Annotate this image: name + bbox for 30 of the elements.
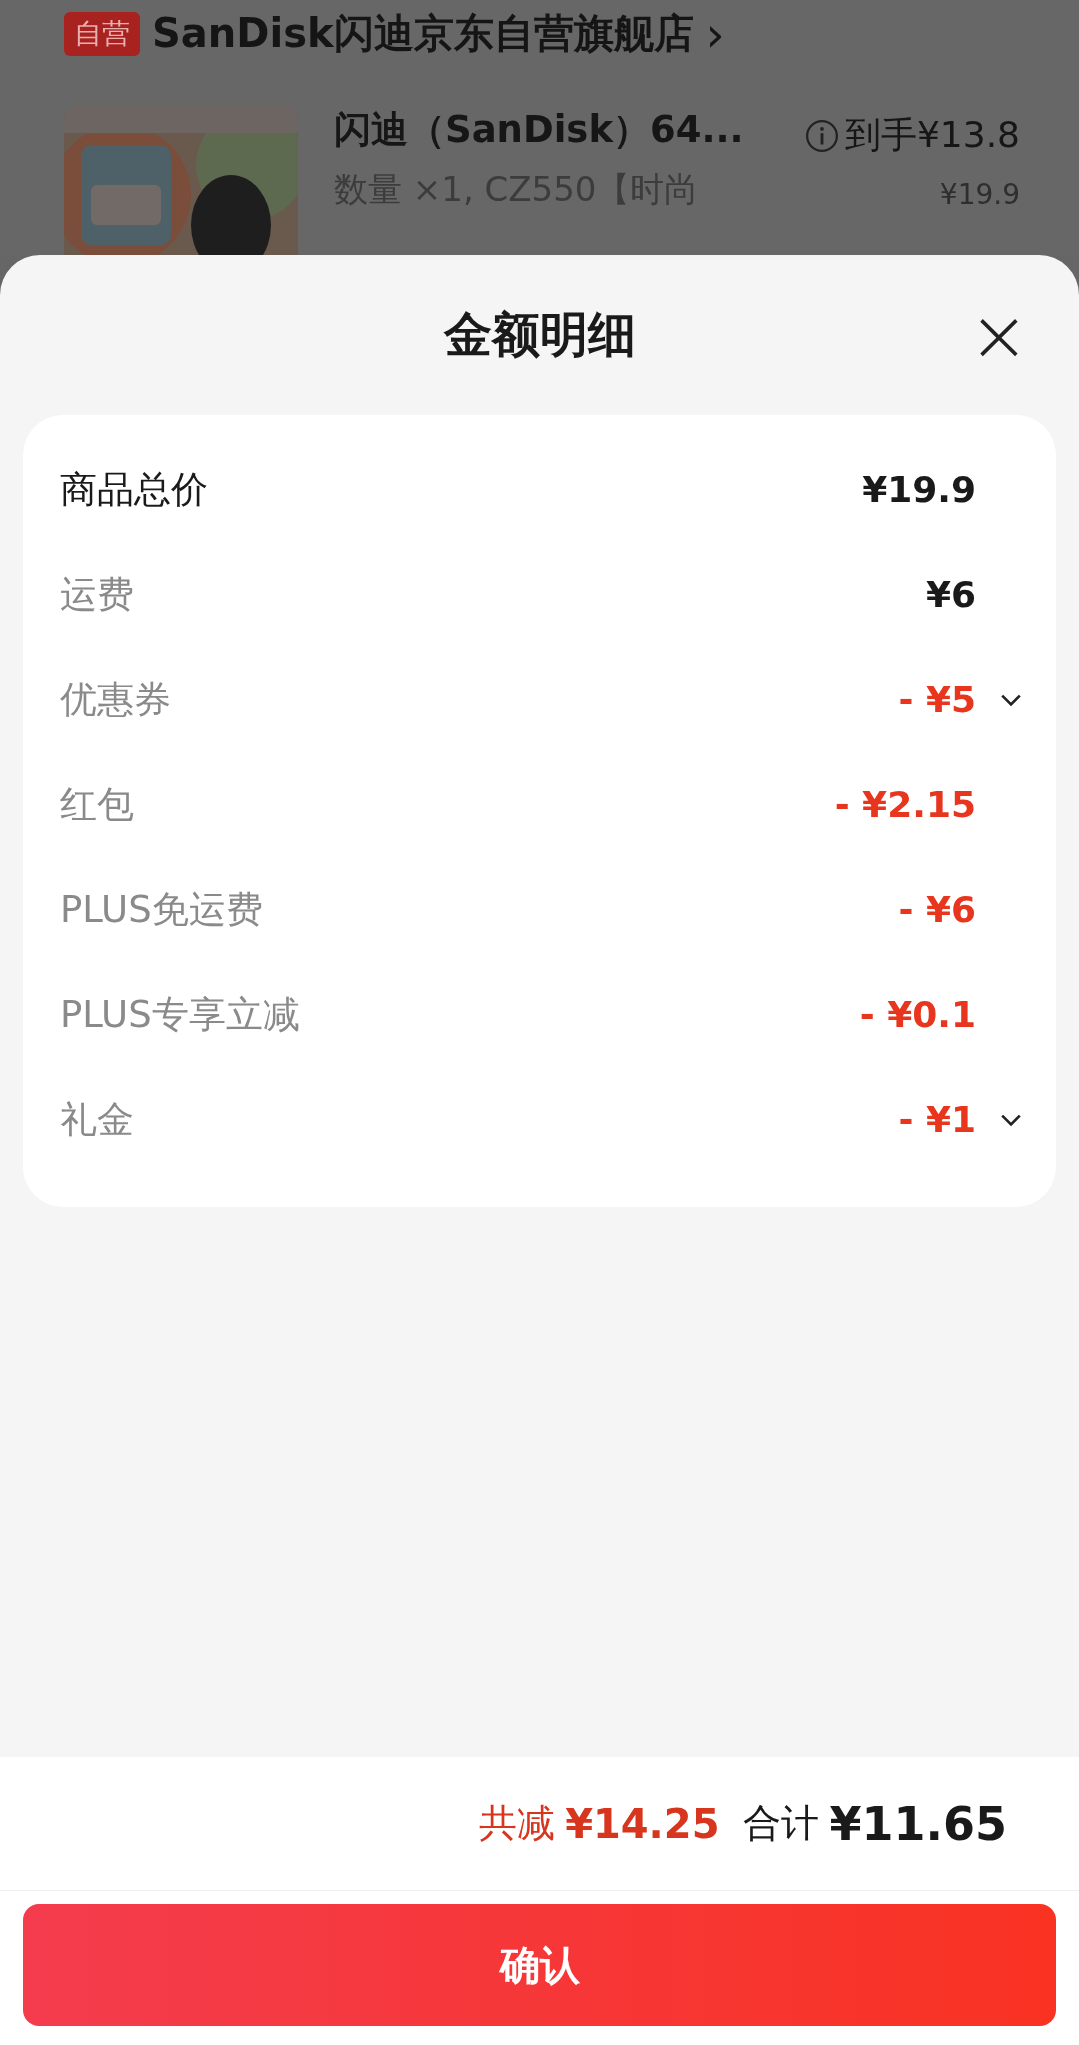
close-button[interactable]: × (968, 299, 1029, 371)
total-amount: ¥11.65 (829, 1796, 1007, 1851)
chevron-icon[interactable] (1000, 692, 1022, 707)
row-label: PLUS免运费 (60, 886, 264, 933)
final-price: 到手¥13.8 (844, 113, 1020, 157)
row-value: - ¥5 (898, 679, 976, 720)
total-label: 合计 (743, 1800, 820, 1847)
confirm-button[interactable]: 确认 (23, 1904, 1056, 2026)
row-label: 红包 (60, 781, 135, 828)
row-value: - ¥0.1 (859, 994, 976, 1035)
sheet-title: 金额明细 (443, 305, 636, 364)
row-label: PLUS专享立减 (60, 991, 301, 1038)
row-label: 礼金 (60, 1096, 135, 1143)
row-label: 运费 (60, 571, 135, 618)
row-label: 优惠券 (60, 676, 172, 723)
row-value: - ¥2.15 (834, 784, 976, 825)
store-name[interactable]: SanDisk闪迪京东自营旗舰店 (152, 6, 694, 61)
row-value: ¥6 (925, 574, 976, 615)
self-operated-badge: 自营 (64, 11, 140, 56)
product-title: 闪迪（SanDisk）64... (334, 107, 745, 153)
row-value: ¥19.9 (862, 469, 976, 510)
row-value: - ¥1 (898, 1099, 976, 1140)
chevron-icon[interactable] (1000, 1112, 1022, 1127)
saved-label: 共减 (479, 1800, 556, 1847)
original-price: ¥19.9 (939, 178, 1020, 211)
chevron-icon[interactable]: › (705, 9, 725, 58)
row-value: - ¥6 (898, 889, 976, 930)
row-label: 商品总价 (60, 466, 209, 513)
info-icon[interactable] (804, 118, 839, 153)
saved-amount: ¥14.25 (565, 1800, 720, 1847)
